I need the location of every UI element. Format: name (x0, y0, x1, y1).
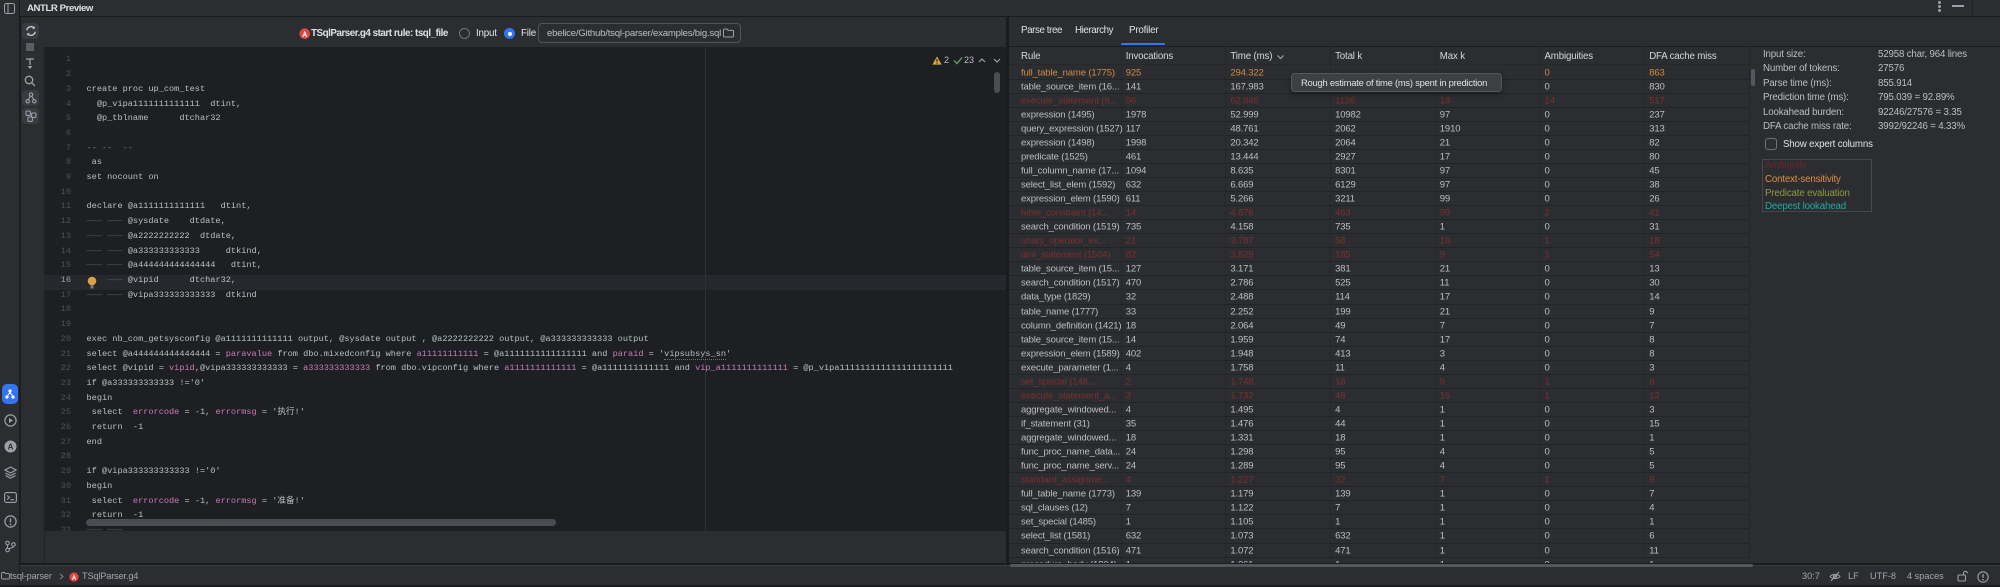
svg-text:A: A (8, 442, 14, 451)
